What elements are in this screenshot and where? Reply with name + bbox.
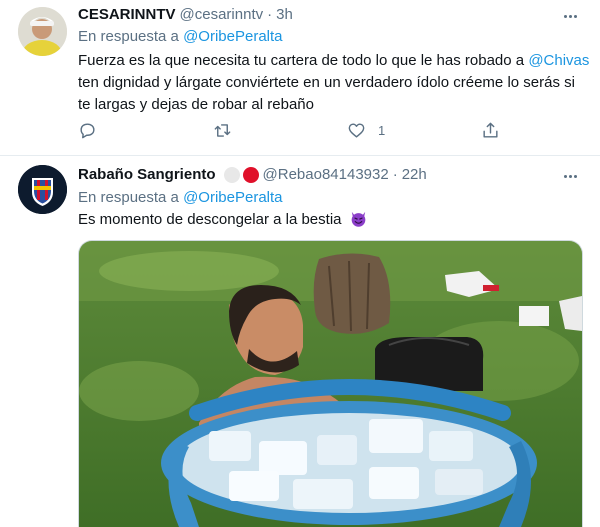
white-circle-badge [223,166,240,183]
tweet-text: Fuerza es la que necesita tu cartera de … [78,50,589,116]
tweet-text: Es momento de descongelar a la bestia [78,209,583,231]
tweet-text-line3: te largas y dejas de robar al rebaño [78,96,314,113]
reply-mention-link[interactable]: @OribePeralta [183,189,282,206]
reply-context: En respuesta a @OribePeralta [78,189,283,206]
chivas-crest-avatar [18,165,67,214]
reply-context: En respuesta a @OribePeralta [78,28,283,45]
avatar[interactable] [18,7,67,56]
more-icon[interactable] [560,8,580,24]
tweet-header: Rabaño Sangriento @Rebao84143932 · 22h [78,166,427,183]
more-icon[interactable] [560,168,580,184]
user-handle[interactable]: @cesarinntv [180,6,264,23]
share-button[interactable] [481,120,500,140]
tweet-cesarinntv[interactable]: CESARINNTV @cesarinntv · 3h En respuesta… [0,0,600,156]
heart-icon [348,122,365,138]
avatar-image [18,7,67,56]
separator: · [267,6,273,23]
reply-prefix: En respuesta a [78,28,179,45]
tweet-rabano-sangriento[interactable]: Rabaño Sangriento @Rebao84143932 · 22h E… [0,156,600,527]
user-handle[interactable]: @Rebao84143932 [263,166,389,183]
share-icon [483,122,498,138]
tweet-actions: 1 [78,120,498,140]
ice-bath-photo [79,241,582,527]
timestamp[interactable]: 22h [402,166,427,183]
retweet-button[interactable] [213,120,232,140]
reply-bubble-icon [80,122,95,138]
like-button[interactable]: 1 [347,120,385,140]
tweet-text-line1: Fuerza es la que necesita tu cartera de … [78,52,525,69]
separator: · [392,166,398,183]
reply-prefix: En respuesta a [78,189,179,206]
tweet-text-line1: Es momento de descongelar a la bestia [78,211,342,228]
red-circle-badge [242,166,259,183]
tweet-text-line2: ten dignidad y lárgate conviértete en un… [78,74,575,91]
display-name[interactable]: CESARINNTV [78,6,176,23]
tweet-header: CESARINNTV @cesarinntv · 3h [78,6,293,23]
chivas-mention-link[interactable]: @Chivas [528,52,589,69]
display-name[interactable]: Rabaño Sangriento [78,166,216,183]
like-count: 1 [378,122,386,138]
timestamp[interactable]: 3h [276,6,293,23]
tweet-photo[interactable] [78,240,583,527]
avatar[interactable] [18,165,67,214]
reply-button[interactable] [78,120,97,140]
smiling-devil-emoji [351,211,366,227]
retweet-icon [214,123,231,137]
reply-mention-link[interactable]: @OribePeralta [183,28,282,45]
